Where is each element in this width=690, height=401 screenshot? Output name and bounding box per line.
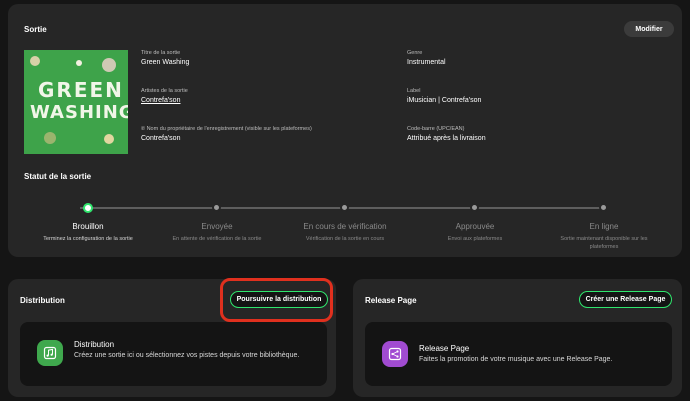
title-label: Titre de la sortie [141, 50, 181, 56]
artist-link[interactable]: Contrefa'son [141, 97, 180, 104]
share-icon [382, 341, 408, 367]
cover-decoration [102, 58, 116, 72]
distribution-item-desc: Créez une sortie ici ou sélectionnez vos… [74, 352, 300, 359]
highlight-box [220, 278, 333, 322]
create-release-page-button[interactable]: Créer une Release Page [579, 291, 672, 308]
step-name-approuvee: Approuvée [455, 222, 495, 231]
status-title: Statut de la sortie [24, 172, 92, 181]
barcode-value: Attribué après la livraison [407, 135, 486, 142]
title-value: Green Washing [141, 59, 190, 66]
step-dot-envoyee [212, 203, 221, 212]
label-value: iMusician | Contrefa'son [407, 97, 482, 104]
step-name-en-ligne: En ligne [589, 222, 619, 231]
cover-decoration [104, 134, 114, 144]
release-page-card: Release Page Créer une Release Page Rele… [353, 279, 682, 397]
step-dot-verification [340, 203, 349, 212]
cover-decoration [30, 56, 40, 66]
cover-decoration [44, 132, 56, 144]
release-page-item-title: Release Page [419, 344, 470, 353]
release-page-item-desc: Faites la promotion de votre musique ave… [419, 356, 613, 363]
cover-decoration [76, 60, 82, 66]
owner-value: Contrefa'son [141, 135, 181, 142]
barcode-label: Code-barre (UPC/EAN) [407, 126, 465, 132]
cover-text-line2: WASHING [30, 102, 128, 123]
step-name-envoyee: Envoyée [201, 222, 233, 231]
step-desc-envoyee: En attente de vérification de la sortie [172, 236, 262, 242]
step-name-verification: En cours de vérification [303, 222, 387, 231]
genre-label: Genre [407, 50, 423, 56]
owner-label: ℗ Nom du propriétaire de l'enregistremen… [141, 126, 312, 132]
release-cover: GREEN WASHING [24, 50, 128, 154]
step-desc-brouillon: Terminez la configuration de la sortie [43, 236, 133, 242]
release-page-title: Release Page [365, 296, 417, 305]
distribution-item[interactable]: Distribution Créez une sortie ici ou sél… [20, 322, 327, 386]
release-card-title: Sortie [24, 25, 47, 34]
music-note-icon [37, 340, 63, 366]
step-desc-verification: Vérification de la sortie en cours [305, 236, 385, 242]
label-label: Label [407, 88, 421, 94]
step-desc-approuvee: Envoi aux plateformes [447, 236, 503, 242]
cover-text-line1: GREEN [38, 78, 124, 102]
step-dot-brouillon [83, 203, 93, 213]
genre-value: Instrumental [407, 59, 446, 66]
artists-label: Artistes de la sortie [141, 88, 188, 94]
step-dot-approuvee [470, 203, 479, 212]
edit-button[interactable]: Modifier [624, 21, 674, 37]
step-name-brouillon: Brouillon [72, 222, 104, 231]
step-desc-en-ligne: Sortie maintenant disponible sur les pla… [560, 236, 648, 250]
step-dot-en-ligne [599, 203, 608, 212]
distribution-title: Distribution [20, 296, 65, 305]
release-card: Sortie Modifier GREEN WASHING Titre de l… [8, 4, 682, 257]
release-page-item[interactable]: Release Page Faites la promotion de votr… [365, 322, 672, 386]
distribution-item-title: Distribution [74, 340, 115, 349]
